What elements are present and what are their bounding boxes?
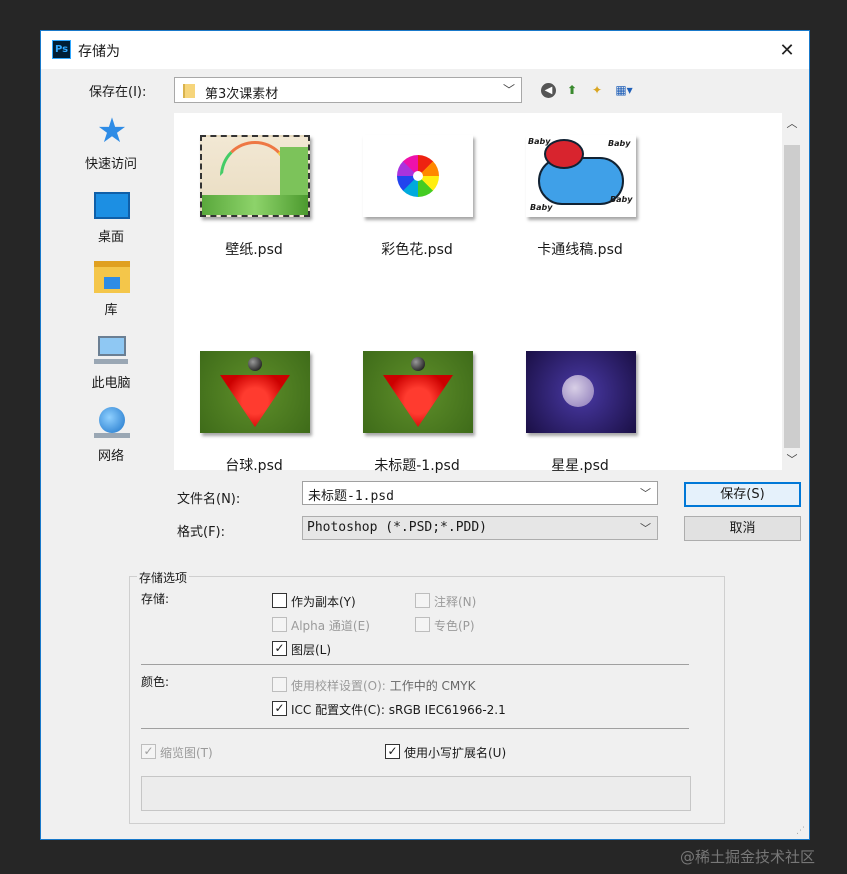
- file-name: 星星.psd: [551, 458, 609, 474]
- scroll-down-icon[interactable]: ﹀: [782, 451, 802, 468]
- folder-name: 第3次课素材: [205, 87, 279, 102]
- watermark: @稀土掘金技术社区: [680, 848, 816, 866]
- file-item-stars[interactable]: 星星.psd: [500, 337, 660, 487]
- file-item-flower[interactable]: 彩色花.psd: [337, 121, 497, 271]
- checkbox-box: [415, 617, 430, 632]
- file-item-untitled[interactable]: 未标题-1.psd: [337, 337, 497, 487]
- place-network[interactable]: 网络: [53, 403, 169, 471]
- title-bar: Ps 存储为 ✕: [41, 31, 809, 69]
- save-button[interactable]: 保存(S): [684, 482, 801, 507]
- filename-value: 未标题-1.psd: [308, 489, 394, 504]
- place-label: 桌面: [97, 230, 124, 245]
- file-item-wallpaper[interactable]: 壁纸.psd: [174, 121, 334, 271]
- checkbox-label: 使用小写扩展名(U): [404, 746, 507, 760]
- file-item-snooker[interactable]: 台球.psd: [174, 337, 334, 487]
- view-menu-icon[interactable]: ▦▾: [611, 81, 637, 99]
- folder-select[interactable]: 第3次课素材 ﹀: [174, 77, 522, 103]
- checkbox-box: [272, 617, 287, 632]
- file-name: 台球.psd: [225, 458, 283, 474]
- up-folder-icon[interactable]: ⬆: [563, 81, 581, 99]
- folder-icon: [183, 84, 195, 98]
- format-value: Photoshop (*.PSD;*.PDD): [307, 520, 488, 535]
- checkmark-icon: ✓: [141, 744, 156, 759]
- file-thumbnail: [526, 351, 636, 433]
- checkbox-label: 使用校样设置(O): 工作中的 CMYK: [291, 679, 476, 693]
- status-message-box: [141, 776, 691, 811]
- checkbox-box: [415, 593, 430, 608]
- file-thumbnail: [363, 135, 473, 217]
- checkbox-box: [272, 677, 287, 692]
- save-section-label: 存储:: [141, 592, 170, 606]
- cancel-button[interactable]: 取消: [684, 516, 801, 541]
- window-title: 存储为: [78, 44, 120, 60]
- file-list[interactable]: 壁纸.psd 彩色花.psd Baby Baby Baby Baby 卡通线稿.…: [174, 113, 782, 474]
- file-item-cartoon[interactable]: Baby Baby Baby Baby 卡通线稿.psd: [500, 121, 660, 271]
- file-thumbnail: [200, 135, 310, 217]
- library-icon: [94, 261, 130, 293]
- network-icon: [94, 407, 130, 439]
- place-label: 库: [104, 303, 118, 318]
- checkbox-label: 专色(P): [434, 619, 475, 633]
- checkmark-icon: ✓: [272, 641, 287, 656]
- save-in-label: 保存在(I):: [89, 85, 147, 100]
- vertical-scrollbar[interactable]: ︿ ﹀: [782, 113, 802, 470]
- divider: [141, 664, 689, 665]
- checkbox-label: Alpha 通道(E): [291, 619, 370, 633]
- place-library[interactable]: 库: [53, 257, 169, 325]
- filename-input[interactable]: 未标题-1.psd ﹀: [302, 481, 658, 505]
- close-icon: ✕: [779, 39, 795, 61]
- place-label: 快速访问: [84, 157, 137, 172]
- quick-access-star-icon: ★: [96, 111, 128, 151]
- file-thumbnail: Baby Baby Baby Baby: [526, 135, 636, 217]
- color-section-label: 颜色:: [141, 675, 170, 689]
- save-as-dialog: Ps 存储为 ✕ 保存在(I): 第3次课素材 ﹀ ◀ ⬆ ✦ ▦▾ ★ 快速访…: [40, 30, 810, 840]
- checkmark-icon: ✓: [272, 701, 287, 716]
- format-label: 格式(F):: [177, 525, 226, 540]
- new-folder-icon[interactable]: ✦: [588, 81, 606, 99]
- chevron-down-icon: ﹀: [502, 83, 515, 97]
- checkbox-label: ICC 配置文件(C): sRGB IEC61966-2.1: [291, 703, 506, 717]
- scroll-up-icon[interactable]: ︿: [782, 115, 802, 132]
- place-this-pc[interactable]: 此电脑: [53, 330, 169, 398]
- place-label: 网络: [97, 449, 124, 464]
- place-quick-access[interactable]: ★ 快速访问: [53, 111, 169, 179]
- resize-grip-icon[interactable]: ⋰: [796, 826, 808, 838]
- file-name: 未标题-1.psd: [374, 458, 460, 474]
- chevron-down-icon: ﹀: [640, 522, 651, 535]
- desktop-icon: [94, 192, 130, 219]
- computer-icon: [94, 334, 128, 366]
- file-name: 卡通线稿.psd: [537, 242, 623, 258]
- divider: [141, 728, 689, 729]
- filename-label: 文件名(N):: [177, 492, 241, 507]
- place-desktop[interactable]: 桌面: [53, 184, 169, 252]
- format-select[interactable]: Photoshop (*.PSD;*.PDD) ﹀: [302, 516, 658, 540]
- checkbox-label: 图层(L): [291, 643, 332, 657]
- checkbox-box: [272, 593, 287, 608]
- scroll-thumb[interactable]: [784, 145, 800, 448]
- file-name: 彩色花.psd: [381, 242, 453, 258]
- places-bar: ★ 快速访问 桌面 库 此电脑 网络: [53, 111, 169, 471]
- back-icon[interactable]: ◀: [541, 83, 556, 98]
- checkbox-label: 缩览图(T): [160, 746, 213, 760]
- close-button[interactable]: ✕: [765, 31, 809, 69]
- file-thumbnail: [363, 351, 473, 433]
- photoshop-app-icon: Ps: [52, 40, 71, 59]
- chevron-down-icon[interactable]: ﹀: [640, 485, 651, 501]
- file-name: 壁纸.psd: [225, 242, 283, 258]
- save-options-title: 存储选项: [137, 569, 190, 586]
- file-thumbnail: [200, 351, 310, 433]
- checkbox-label: 注释(N): [434, 595, 477, 609]
- checkmark-icon: ✓: [385, 744, 400, 759]
- checkbox-label: 作为副本(Y): [291, 595, 356, 609]
- place-label: 此电脑: [91, 376, 131, 391]
